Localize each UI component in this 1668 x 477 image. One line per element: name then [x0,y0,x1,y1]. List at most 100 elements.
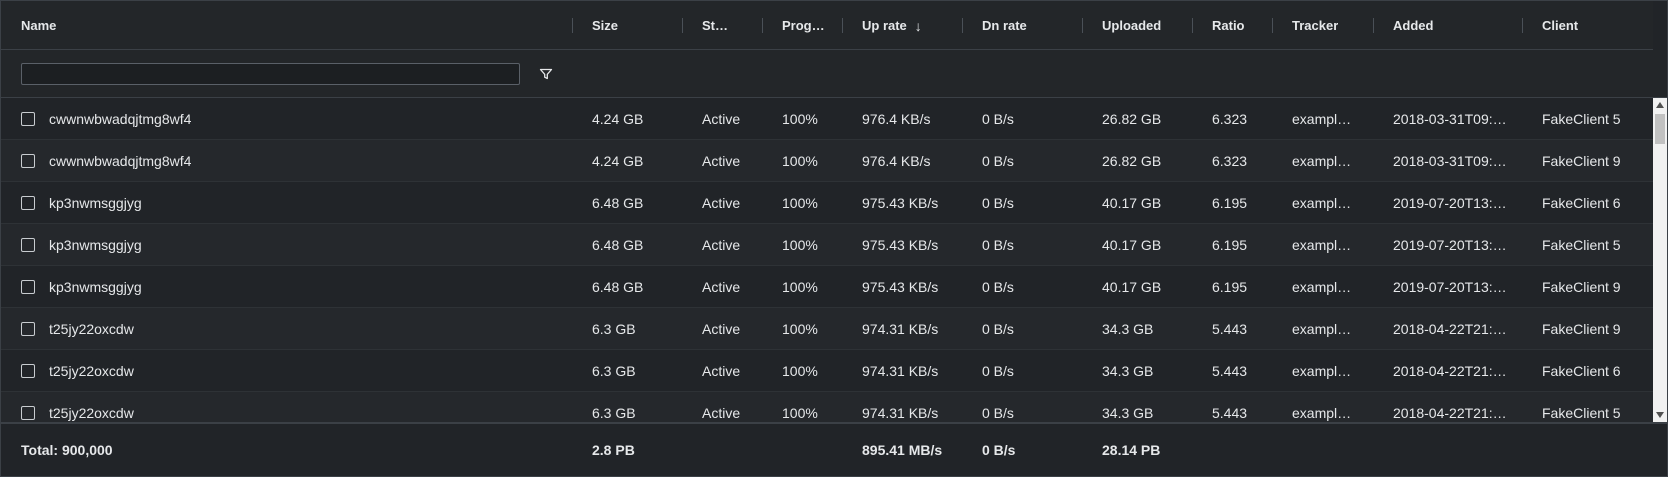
progress-cell: 100% [782,404,818,421]
scroll-up-icon[interactable] [1653,98,1667,112]
table-body: cwwnwbwadqjtmg8wf4 4.24 GB Active 100% 9… [1,98,1653,422]
added-cell: 2018-03-31T09:… [1393,152,1507,169]
name-cell: kp3nwmsggjyg [1,195,572,211]
client-cell: FakeClient 9 [1542,320,1621,337]
up-rate-cell: 976.4 KB/s [862,110,931,127]
column-header-status[interactable]: St… [682,1,762,50]
dn-rate-cell: 0 B/s [982,278,1014,295]
column-header-progress[interactable]: Prog… [762,1,842,50]
uploaded-cell: 26.82 GB [1102,152,1162,169]
ratio-cell: 6.323 [1212,152,1248,169]
ratio-cell: 6.323 [1212,110,1248,127]
status-cell: Active [702,362,741,379]
footer-total: Total: 900,000 [21,442,113,458]
progress-cell: 100% [782,320,818,337]
checkbox-unchecked-icon[interactable] [21,279,35,294]
table-row[interactable]: t25jy22oxcdw 6.3 GB Active 100% 974.31 K… [1,350,1653,392]
up-rate-cell: 974.31 KB/s [862,404,939,421]
uploaded-cell: 40.17 GB [1102,278,1162,295]
table-row[interactable]: cwwnwbwadqjtmg8wf4 4.24 GB Active 100% 9… [1,98,1653,140]
table-row[interactable]: kp3nwmsggjyg 6.48 GB Active 100% 975.43 … [1,224,1653,266]
size-cell: 6.48 GB [592,278,644,295]
column-header-size[interactable]: Size [572,1,682,50]
added-cell: 2019-07-20T13:… [1393,236,1507,253]
ratio-cell: 6.195 [1212,278,1248,295]
client-cell: FakeClient 5 [1542,110,1621,127]
size-cell: 6.3 GB [592,362,636,379]
column-header-ratio[interactable]: Ratio [1192,1,1272,50]
dn-rate-cell: 0 B/s [982,236,1014,253]
funnel-icon[interactable] [539,67,553,81]
checkbox-unchecked-icon[interactable] [21,363,35,378]
uploaded-cell: 34.3 GB [1102,320,1154,337]
dn-rate-cell: 0 B/s [982,320,1014,337]
status-cell: Active [702,404,741,421]
checkbox-unchecked-icon[interactable] [21,111,35,126]
name-filter-input[interactable] [21,63,520,85]
added-cell: 2018-04-22T21:… [1393,362,1507,379]
column-header-tracker[interactable]: Tracker [1272,1,1373,50]
client-cell: FakeClient 5 [1542,236,1621,253]
added-cell: 2018-04-22T21:… [1393,320,1507,337]
dn-rate-cell: 0 B/s [982,404,1014,421]
table-header: Name Size St… Prog… Up rate ↓ Dn rate Upl… [1,1,1653,50]
arrow-down-icon[interactable]: ↓ [915,18,922,34]
table-row[interactable]: t25jy22oxcdw 6.3 GB Active 100% 974.31 K… [1,308,1653,350]
table-row[interactable]: cwwnwbwadqjtmg8wf4 4.24 GB Active 100% 9… [1,140,1653,182]
size-cell: 6.3 GB [592,320,636,337]
checkbox-unchecked-icon[interactable] [21,321,35,336]
scroll-down-icon[interactable] [1653,408,1667,422]
uploaded-cell: 26.82 GB [1102,110,1162,127]
added-cell: 2019-07-20T13:… [1393,194,1507,211]
added-cell: 2019-07-20T13:… [1393,278,1507,295]
tracker-cell: exampl… [1292,320,1352,337]
up-rate-cell: 974.31 KB/s [862,320,939,337]
status-cell: Active [702,110,741,127]
tracker-cell: exampl… [1292,236,1352,253]
ratio-cell: 5.443 [1212,362,1248,379]
client-cell: FakeClient 6 [1542,194,1621,211]
footer-up-rate: 895.41 MB/s [862,442,943,458]
name-cell: cwwnwbwadqjtmg8wf4 [1,111,572,127]
uploaded-cell: 40.17 GB [1102,194,1162,211]
name-cell: kp3nwmsggjyg [1,279,572,295]
ratio-cell: 5.443 [1212,320,1248,337]
column-header-dn-rate[interactable]: Dn rate [962,1,1082,50]
table-row[interactable]: t25jy22oxcdw 6.3 GB Active 100% 974.31 K… [1,392,1653,422]
dn-rate-cell: 0 B/s [982,362,1014,379]
ratio-cell: 6.195 [1212,236,1248,253]
size-cell: 6.3 GB [592,404,636,421]
table-row[interactable]: kp3nwmsggjyg 6.48 GB Active 100% 975.43 … [1,266,1653,308]
size-cell: 4.24 GB [592,110,644,127]
added-cell: 2018-03-31T09:… [1393,110,1507,127]
uploaded-cell: 34.3 GB [1102,362,1154,379]
tracker-cell: exampl… [1292,404,1352,421]
dn-rate-cell: 0 B/s [982,194,1014,211]
table-footer: Total: 900,000 2.8 PB 895.41 MB/s 0 B/s … [1,422,1667,476]
up-rate-cell: 975.43 KB/s [862,278,939,295]
name-cell: t25jy22oxcdw [1,405,572,421]
progress-cell: 100% [782,362,818,379]
column-header-up-rate[interactable]: Up rate ↓ [842,1,962,50]
footer-dn-rate: 0 B/s [982,442,1016,458]
size-cell: 4.24 GB [592,152,644,169]
client-cell: FakeClient 9 [1542,278,1621,295]
checkbox-unchecked-icon[interactable] [21,405,35,420]
status-cell: Active [702,194,741,211]
checkbox-unchecked-icon[interactable] [21,195,35,210]
checkbox-unchecked-icon[interactable] [21,237,35,252]
up-rate-cell: 974.31 KB/s [862,362,939,379]
added-cell: 2018-04-22T21:… [1393,404,1507,421]
column-header-added[interactable]: Added [1373,1,1522,50]
status-cell: Active [702,236,741,253]
dn-rate-cell: 0 B/s [982,110,1014,127]
column-header-client[interactable]: Client [1522,1,1668,50]
scrollbar-thumb[interactable] [1655,114,1665,144]
dn-rate-cell: 0 B/s [982,152,1014,169]
vertical-scrollbar[interactable] [1653,98,1667,422]
column-header-uploaded[interactable]: Uploaded [1082,1,1192,50]
column-header-name[interactable]: Name [1,1,572,50]
checkbox-unchecked-icon[interactable] [21,153,35,168]
progress-cell: 100% [782,194,818,211]
table-row[interactable]: kp3nwmsggjyg 6.48 GB Active 100% 975.43 … [1,182,1653,224]
